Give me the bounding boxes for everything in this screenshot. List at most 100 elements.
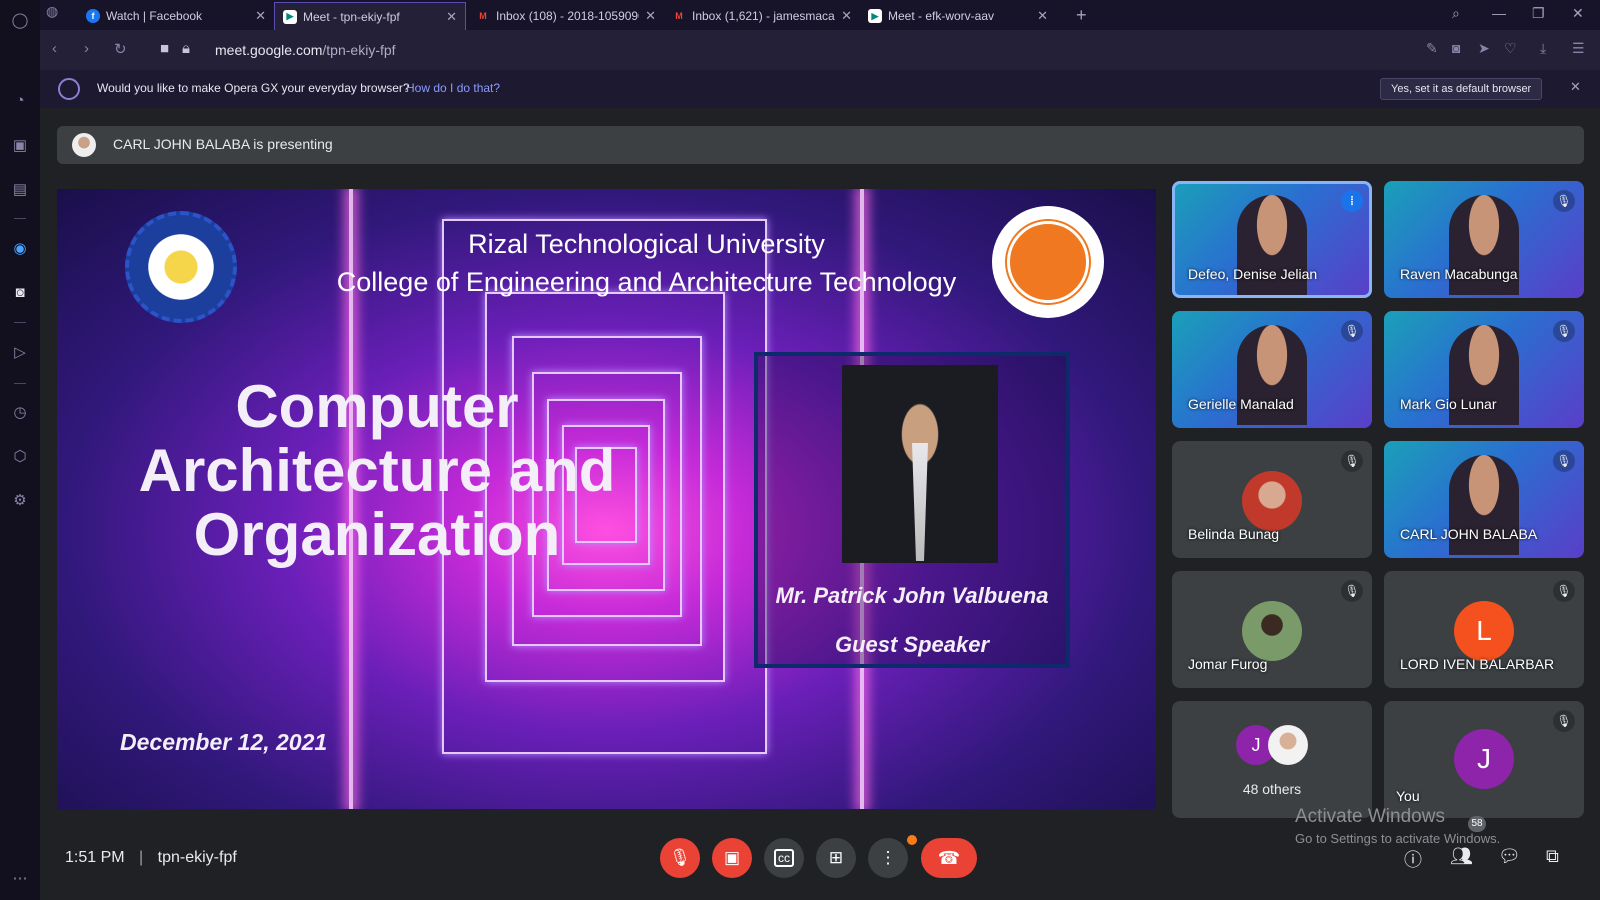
lock-icon[interactable]: 🔒︎ [182,40,190,57]
snapshot-icon[interactable]: ◙ [1452,40,1460,56]
gmail-icon: M [675,11,683,21]
bookmark-heart-icon[interactable]: ♡ [1504,40,1517,57]
presenter-avatar [72,133,96,157]
activities-icon[interactable]: ⧉ [1546,846,1559,867]
url-field[interactable]: meet.google.com/tpn-ekiy-fpf [215,42,396,58]
course-title: Computer Architecture and Organization [138,373,616,568]
tab-meet-active[interactable]: ▶ Meet - tpn-ekiy-fpf ✕ [274,2,466,30]
discord-icon[interactable]: ◙ [8,280,32,304]
sidebar-divider [14,383,26,384]
infobar-message: Would you like to make Opera GX your eve… [97,81,410,95]
tab-title: Watch | Facebook [106,9,203,23]
opera-logo-icon[interactable]: ◯ [8,8,32,32]
university-name: Rizal Technological University [468,229,825,259]
mic-muted-icon: 🎙︎ [1341,580,1363,602]
tab-title: Inbox (1,621) - jamesmacay [692,9,836,23]
extensions-icon[interactable]: ⬡ [8,444,32,468]
more-options-button[interactable]: ⋮ [868,838,908,878]
facebook-icon: f [86,9,100,23]
close-tab-icon[interactable]: ✕ [645,8,656,24]
close-tab-icon[interactable]: ✕ [255,8,266,24]
mic-toggle-button[interactable]: 🎙︎ [660,838,700,878]
leave-call-button[interactable]: ☎ [921,838,977,878]
mic-muted-icon: 🎙︎ [1553,710,1575,732]
mic-muted-icon: 🎙︎ [1553,580,1575,602]
presenting-text: CARL JOHN BALABA is presenting [113,136,333,152]
more-options-icon[interactable]: ⋯ [8,866,32,890]
search-tabs-icon[interactable]: ⌕ [1452,5,1460,22]
camera-toggle-button[interactable]: ▣ [712,838,752,878]
tab-facebook[interactable]: f Watch | Facebook ✕ [78,2,274,30]
tab-gmail-2[interactable]: M Inbox (1,621) - jamesmacay ✕ [664,2,860,30]
present-icon: ⊞ [828,848,844,867]
messenger-icon[interactable]: ◉ [8,236,32,260]
tab-meet-2[interactable]: ▶ Meet - efk-worv-aav ✕ [860,2,1056,30]
close-tab-icon[interactable]: ✕ [841,8,852,24]
self-tile[interactable]: J 🎙︎ You [1384,701,1584,818]
participant-name: Belinda Bunag [1188,526,1280,542]
participant-tile[interactable]: 🎙︎ Jomar Furog [1172,571,1372,688]
back-icon[interactable]: ‹ [52,40,57,57]
mic-off-icon: 🎙︎ [669,848,691,867]
participant-tile[interactable]: 🎙︎ Belinda Bunag [1172,441,1372,558]
participant-tile[interactable]: 🎙︎ CARL JOHN BALABA [1384,441,1584,558]
player-icon[interactable]: ▷ [8,340,32,364]
event-date: December 12, 2021 [120,729,328,755]
more-vert-icon: ⋮ [879,848,897,867]
participant-name: LORD IVEN BALARBAR [1400,656,1555,672]
settings-gear-icon[interactable]: ⚙ [8,488,32,512]
close-tab-icon[interactable]: ✕ [446,9,457,25]
shopping-icon[interactable]: ▣ [8,133,32,157]
college-name: College of Engineering and Architecture … [336,267,957,297]
easy-setup-icon[interactable]: ☰ [1572,40,1585,57]
watermark-subtitle: Go to Settings to activate Windows. [1295,831,1501,846]
tab-title: Inbox (108) - 2018-1059090 [496,9,640,23]
participant-tile[interactable]: 🎙︎ Raven Macabunga [1384,181,1584,298]
participant-avatar [1242,601,1302,661]
download-icon[interactable]: ⤓ [1540,40,1546,57]
chat-icon[interactable]: 💬︎ [1498,846,1521,867]
twitch-icon[interactable]: ▤ [8,177,32,201]
new-tab-plus-icon[interactable]: + [1076,5,1087,26]
mic-muted-icon: 🎙︎ [1341,450,1363,472]
present-now-button[interactable]: ⊞ [816,838,856,878]
end-call-icon: ☎ [937,847,961,868]
current-time: 1:51 PM [65,849,125,866]
speaker-photo [842,365,998,563]
send-icon[interactable]: ➤ [1478,40,1490,57]
set-default-button[interactable]: Yes, set it as default browser [1380,78,1543,100]
participant-avatar [1242,471,1302,531]
gx-control-icon[interactable]: ◍ [46,3,58,20]
self-initial-avatar: J [1454,729,1514,789]
captions-button[interactable]: cc [764,838,804,878]
forward-icon[interactable]: › [84,40,89,57]
camera-permission-icon[interactable]: ■ [160,40,169,57]
speaker-name: Mr. Patrick John Valbuena [775,583,1049,608]
participant-tile[interactable]: ⁞ Defeo, Denise Jelian [1172,181,1372,298]
others-tile[interactable]: J 48 others [1172,701,1372,818]
mic-muted-icon: 🎙︎ [1553,320,1575,342]
maximize-icon[interactable]: ❐ [1532,5,1545,22]
speaking-indicator-icon: ⁞ [1341,190,1363,212]
close-tab-icon[interactable]: ✕ [1037,8,1048,24]
close-window-icon[interactable]: ✕ [1572,5,1584,22]
tab-title: Meet - tpn-ekiy-fpf [303,9,400,24]
history-icon[interactable]: ◷ [8,400,32,424]
participant-tile[interactable]: 🎙︎ Mark Gio Lunar [1384,311,1584,428]
participant-name: Defeo, Denise Jelian [1188,266,1318,282]
slide-university-heading: Rizal Technological University College o… [57,225,1156,301]
presenting-banner: CARL JOHN BALABA is presenting [57,126,1584,164]
infobar-help-link[interactable]: How do I do that? [406,81,500,95]
speed-dial-icon[interactable]: ◔ [8,88,32,112]
participant-tile[interactable]: L 🎙︎ LORD IVEN BALARBAR [1384,571,1584,688]
minimize-icon[interactable]: — [1492,5,1506,21]
people-icon[interactable]: 👥︎ [1450,846,1473,867]
participant-name: Mark Gio Lunar [1400,396,1497,412]
meeting-details: 1:51 PM | tpn-ekiy-fpf [65,849,237,867]
reload-icon[interactable]: ↻ [114,40,127,58]
edit-icon[interactable]: ✎ [1426,40,1438,57]
infobar-close-icon[interactable]: ✕ [1570,79,1581,95]
meeting-info-icon[interactable]: ⓘ [1404,846,1422,872]
participant-tile[interactable]: 🎙︎ Gerielle Manalad [1172,311,1372,428]
tab-gmail-1[interactable]: M Inbox (108) - 2018-1059090 ✕ [468,2,664,30]
